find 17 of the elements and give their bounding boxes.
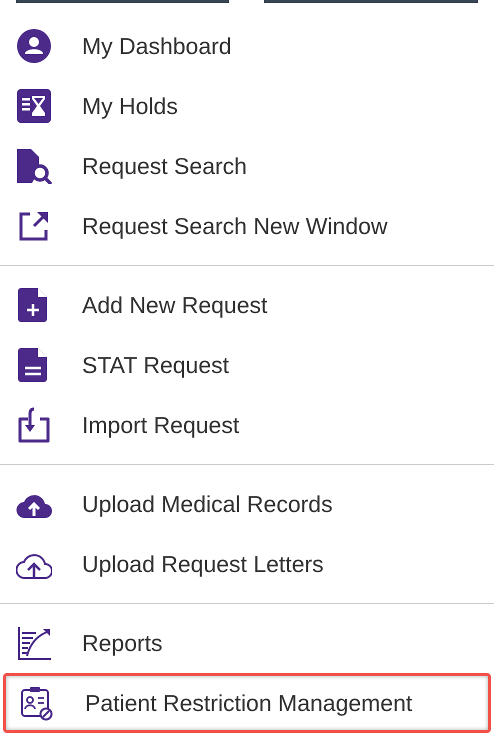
menu-item[interactable]: Add New Request bbox=[0, 275, 490, 335]
menu-item[interactable]: My Holds bbox=[0, 76, 490, 136]
menu-item[interactable]: Upload Request Letters bbox=[0, 534, 490, 594]
user-circle-icon bbox=[16, 28, 52, 64]
menu-item[interactable]: Reports bbox=[0, 613, 490, 673]
clipboard-icon bbox=[19, 685, 55, 721]
menu-item[interactable]: STAT Request bbox=[0, 335, 490, 395]
chart-icon bbox=[16, 625, 52, 661]
menu-item[interactable]: Import Request bbox=[0, 395, 490, 455]
import-icon bbox=[16, 407, 52, 443]
hourglass-icon bbox=[16, 88, 52, 124]
document-search-icon bbox=[16, 148, 52, 184]
menu-item[interactable]: My Dashboard bbox=[0, 16, 490, 76]
menu-item[interactable]: Patient Restriction Management bbox=[3, 673, 491, 733]
menu-item[interactable]: Upload Medical Records bbox=[0, 474, 490, 534]
menu-item[interactable]: Request Search New Window bbox=[0, 196, 490, 256]
menu-item[interactable]: Request Search bbox=[0, 136, 490, 196]
